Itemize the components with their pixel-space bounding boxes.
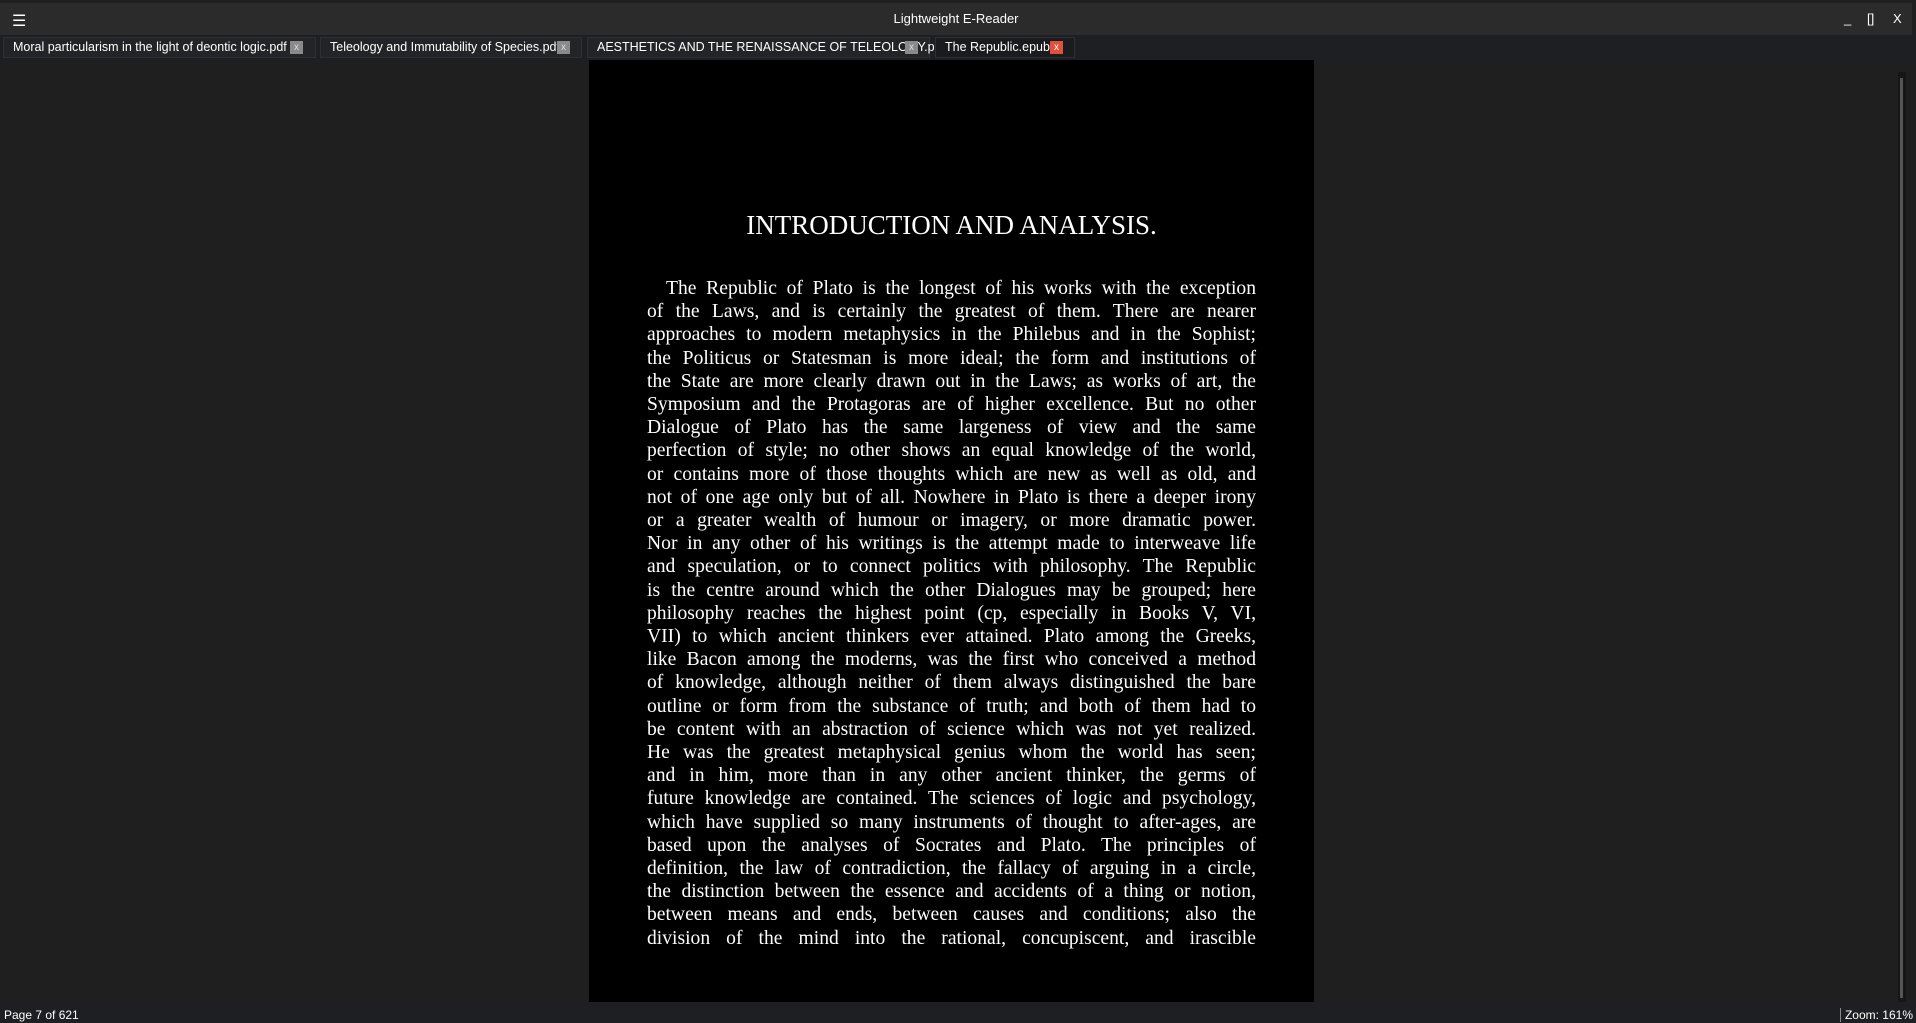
tab-moral-particularism[interactable]: Moral particularism in the light of deon…: [3, 37, 316, 58]
text-line: outline or form from the substance of tr…: [647, 695, 1256, 717]
zoom-level: Zoom: 161%: [1839, 1008, 1913, 1022]
text-line: future knowledge are contained. The scie…: [647, 788, 1256, 810]
text-line: the distinction between the essence and …: [647, 881, 1256, 903]
text-line: definition, the law of contradiction, th…: [647, 858, 1256, 880]
document-page: INTRODUCTION AND ANALYSIS. The Republic …: [589, 60, 1314, 1002]
tab-label: The Republic.epub: [945, 40, 1050, 54]
scrollbar-thumb[interactable]: [1900, 78, 1903, 998]
close-window-button[interactable]: X: [1893, 11, 1902, 26]
text-line: and in him, more than in any other ancie…: [647, 765, 1256, 787]
text-line: based upon the analyses of Socrates and …: [647, 834, 1256, 856]
page-text: The Republic of Plato is the longest of …: [647, 277, 1256, 950]
tab-the-republic[interactable]: The Republic.epub x: [935, 37, 1075, 58]
text-line: like Bacon among the moderns, was the fi…: [647, 649, 1256, 671]
text-line: philosophy reaches the highest point (cp…: [647, 602, 1256, 624]
text-line: between means and ends, between causes a…: [647, 904, 1256, 926]
tab-label: Teleology and Immutability of Species.pd…: [330, 40, 560, 54]
close-tab-icon[interactable]: x: [290, 41, 303, 54]
text-line: the Politicus or Statesman is more ideal…: [647, 347, 1256, 369]
text-line: which have supplied so many instruments …: [647, 811, 1256, 833]
text-line: or a greater wealth of humour or imagery…: [647, 510, 1256, 532]
text-line: Nor in any other of his writings is the …: [647, 533, 1256, 555]
text-line: or contains more of those thoughts which…: [647, 463, 1256, 485]
title-bar: ☰ Lightweight E-Reader _ [] X: [0, 3, 1912, 35]
text-line: of knowledge, although neither of them a…: [647, 672, 1256, 694]
page-indicator: Page 7 of 621: [4, 1008, 79, 1022]
tab-teleology-immutability[interactable]: Teleology and Immutability of Species.pd…: [320, 37, 582, 58]
tab-bar: Moral particularism in the light of deon…: [0, 35, 1916, 60]
text-line: The Republic of Plato is the longest of …: [666, 278, 1256, 299]
text-line: division of the mind into the rational, …: [647, 927, 1256, 949]
text-line: perfection of style; no other shows an e…: [647, 440, 1256, 462]
tab-label: Moral particularism in the light of deon…: [13, 40, 287, 54]
text-line: the State are more clearly drawn out in …: [647, 370, 1256, 392]
text-line: VII) to which ancient thinkers ever atta…: [647, 626, 1256, 648]
text-line: not of one age only but of all. Nowhere …: [647, 486, 1256, 508]
text-line: and speculation, or to connect politics …: [647, 556, 1256, 578]
tab-aesthetics-renaissance[interactable]: AESTHETICS AND THE RENAISSANCE OF TELEOL…: [587, 37, 945, 58]
window-title: Lightweight E-Reader: [893, 11, 1019, 26]
text-line: Dialogue of Plato has the same largeness…: [647, 417, 1256, 439]
chapter-heading: INTRODUCTION AND ANALYSIS.: [746, 210, 1157, 240]
tab-label: AESTHETICS AND THE RENAISSANCE OF TELEOL…: [597, 40, 946, 54]
maximize-button[interactable]: []: [1867, 11, 1874, 26]
status-bar: Page 7 of 621 Zoom: 161%: [0, 1004, 1916, 1023]
text-line: is the centre around which the other Dia…: [647, 579, 1256, 601]
close-tab-icon[interactable]: x: [905, 41, 918, 54]
text-line: be content with an abstraction of scienc…: [647, 718, 1256, 740]
close-tab-icon[interactable]: x: [557, 41, 570, 54]
text-line: He was the greatest metaphysical genius …: [647, 742, 1256, 764]
close-tab-icon[interactable]: x: [1050, 41, 1063, 54]
minimize-button[interactable]: _: [1844, 11, 1851, 26]
text-line: of the Laws, and is certainly the greate…: [647, 301, 1256, 323]
text-line: approaches to modern metaphysics in the …: [647, 324, 1256, 346]
vertical-scrollbar[interactable]: [1898, 72, 1906, 1002]
text-line: Symposium and the Protagoras are of high…: [647, 394, 1256, 416]
